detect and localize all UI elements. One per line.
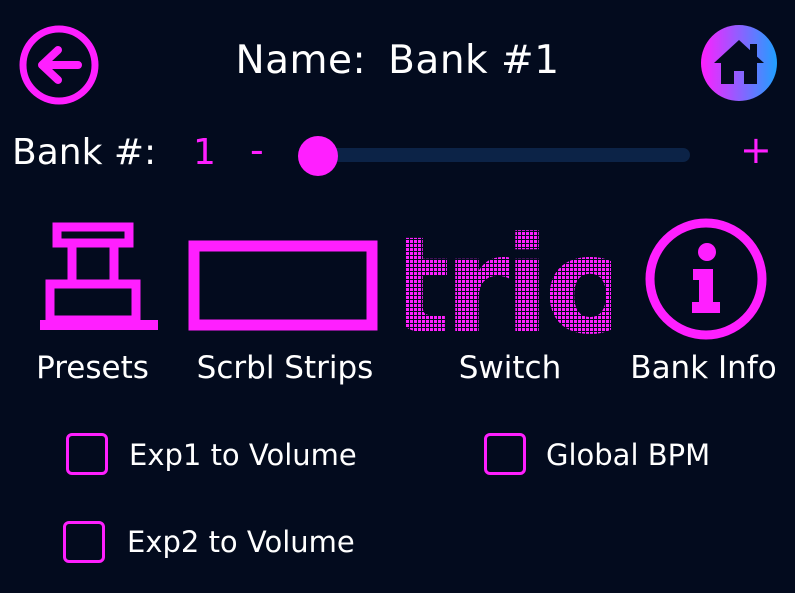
global-bpm-label: Global BPM [546, 438, 711, 472]
bank-number-label: Bank #: [12, 132, 157, 173]
bank-slider-track[interactable] [318, 148, 690, 162]
presets-label: Presets [36, 350, 149, 386]
scribble-strips-button[interactable] [188, 220, 378, 336]
info-icon [645, 218, 767, 340]
bank-number-value: 1 [193, 132, 216, 173]
increment-button[interactable]: + [740, 128, 772, 172]
switch-label: Switch [458, 350, 562, 386]
exp1-volume-checkbox[interactable] [66, 433, 108, 475]
page-title: Name: Bank #1 [0, 38, 795, 83]
scribble-strips-label: Scrbl Strips [196, 350, 374, 386]
decrement-button[interactable]: - [250, 128, 264, 172]
name-label: Name: [235, 38, 367, 83]
scribble-strip-icon [188, 240, 378, 331]
home-button[interactable] [700, 24, 778, 102]
bank-info-button[interactable] [643, 216, 769, 346]
home-icon [701, 25, 777, 101]
svg-text:trio: trio [406, 212, 611, 337]
presets-icon [40, 222, 158, 330]
presets-button[interactable] [40, 220, 158, 338]
exp1-volume-label: Exp1 to Volume [129, 438, 357, 472]
bank-name[interactable]: Bank #1 [388, 38, 559, 83]
bank-slider-handle[interactable] [298, 136, 338, 176]
switch-button[interactable]: trio [386, 208, 637, 364]
trio-logo: trio [386, 208, 637, 364]
exp2-volume-checkbox[interactable] [63, 521, 105, 563]
exp2-volume-label: Exp2 to Volume [127, 525, 355, 559]
bank-info-label: Bank Info [630, 350, 777, 386]
global-bpm-checkbox[interactable] [484, 433, 526, 475]
